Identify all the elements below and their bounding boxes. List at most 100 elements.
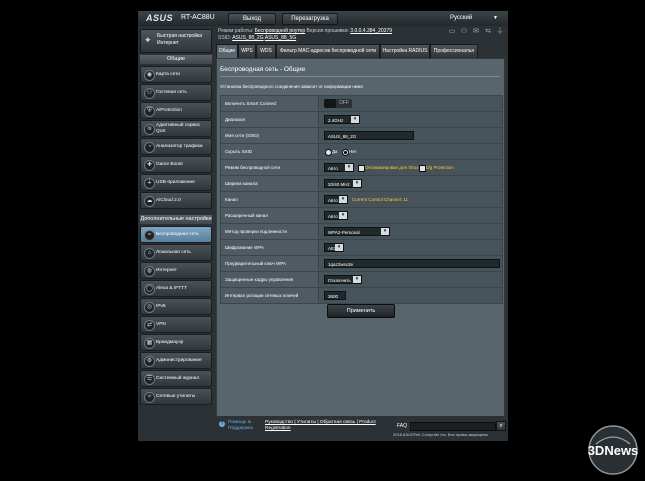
tab-wps[interactable]: WPS (238, 44, 256, 59)
ext-channel-select[interactable]: Авто ▾ (324, 211, 348, 220)
row-label: Режим беспроводной сети (221, 160, 319, 175)
network-map-icon: ◉ (144, 70, 155, 81)
sidebar-item-qos[interactable]: ≋ Адаптивный сервис QoS (140, 120, 212, 137)
row-encryption: Шифрование WPA AES ▾ (221, 240, 502, 256)
wireless-icon: ≈ (144, 230, 155, 241)
help-icon: ? (219, 421, 225, 427)
sidebar-item-system-log[interactable]: ☰ Системный журнал (140, 370, 212, 387)
rekey-interval-input[interactable]: 3600 (324, 291, 346, 300)
tools-icon: ✧ (144, 392, 155, 403)
band-select[interactable]: 2.4GHz ▾ (324, 115, 360, 124)
row-label: Ширина канала (221, 176, 319, 191)
quick-setup-label: Быстрая настройка Интернет (157, 33, 203, 46)
sidebar-item-usb[interactable]: ⏚ USB-приложение (140, 174, 212, 191)
status-tray-icon-4[interactable]: ⇆ (484, 28, 492, 36)
search-icon[interactable]: ⌕ (496, 421, 506, 431)
ssid-2g-link[interactable]: ASUS_88_2G (232, 35, 263, 41)
encryption-select[interactable]: AES ▾ (324, 243, 344, 252)
advanced-section-header: Дополнительные настройки (140, 215, 212, 224)
sidebar-item-label: Системный журнал (156, 375, 200, 381)
sidebar-item-label: VPN (156, 321, 166, 327)
tab-wds[interactable]: WDS (256, 44, 276, 59)
quick-setup-button[interactable]: ✦ Быстрая настройка Интернет (140, 29, 212, 53)
sidebar-item-internet[interactable]: ◍ Интернет (140, 262, 212, 279)
gamepad-icon: ✚ (144, 160, 155, 171)
tab-radius[interactable]: Настройка RADIUS (380, 44, 430, 59)
status-tray-icon-2[interactable]: ⚇ (460, 28, 468, 36)
channel-value: Авто (328, 198, 338, 203)
sidebar-item-network-tools[interactable]: ✧ Сетевые утилиты (140, 388, 212, 405)
alexa-icon: ◯ (144, 284, 155, 295)
mode-value: Авто (328, 166, 338, 171)
sidebar-item-guest-network[interactable]: ⚇ Гостевая сеть (140, 84, 212, 101)
row-pmf: Защищенные кадры управления Отключить ▾ (221, 272, 502, 288)
faq-label: FAQ (397, 423, 408, 429)
logout-button[interactable]: Выход (228, 13, 276, 25)
channel-select[interactable]: Авто ▾ (324, 195, 348, 204)
help-label: Помощь & Поддержка (228, 420, 254, 431)
row-label: Включить Smart Connect (221, 96, 319, 111)
xbox-optimize-checkbox[interactable] (358, 165, 365, 172)
language-value: Русский (450, 15, 473, 21)
sidebar-item-network-map[interactable]: ◉ Карта сети (140, 66, 212, 83)
mode-value-link[interactable]: Беспроводной роутер (255, 28, 306, 34)
sidebar-item-game-boost[interactable]: ✚ Game Boost (140, 156, 212, 173)
psk-input[interactable]: 1qaz2wsx3e (324, 259, 500, 268)
tab-professional[interactable]: Профессиональн (430, 44, 478, 59)
bg-protection-checkbox[interactable] (419, 165, 426, 172)
sidebar-item-wireless[interactable]: ≈ Беспроводная сеть (140, 226, 212, 243)
firmware-link[interactable]: 3.0.0.4.384_20379 (350, 28, 392, 34)
sidebar-item-label: Интернет (156, 267, 177, 273)
row-ssid: Имя сети (SSID) ASUS_88_2G (221, 128, 502, 144)
status-tray-icon-3[interactable]: ✉ (472, 28, 480, 36)
hide-ssid-no-radio[interactable] (342, 149, 349, 156)
auth-method-select[interactable]: WPA2-Personal ▾ (324, 227, 390, 236)
model-name: RT-AC88U (181, 14, 215, 21)
status-tray-icon-1[interactable]: ▭ (448, 28, 456, 36)
band-value: 2.4GHz (328, 118, 344, 123)
sidebar-item-firewall[interactable]: ▦ Брандмауэр (140, 334, 212, 351)
sidebar-item-label: AiProtection (156, 107, 182, 113)
chevron-down-icon: ▼ (493, 15, 498, 21)
tab-general[interactable]: Общие (216, 44, 238, 59)
sidebar-item-label: Game Boost (156, 161, 183, 167)
chevron-down-icon: ▾ (339, 212, 347, 219)
wireless-mode-select[interactable]: Авто ▾ (324, 163, 354, 172)
sidebar-item-label: Сетевые утилиты (156, 393, 196, 399)
page-title: Беспроводная сеть - Общие (220, 66, 306, 73)
sidebar-item-alexa[interactable]: ◯ Alexa & IFTTT (140, 280, 212, 297)
apply-button[interactable]: Применить (327, 304, 395, 318)
ssid-input[interactable]: ASUS_88_2G (324, 131, 414, 140)
wand-icon: ✦ (144, 35, 152, 45)
sidebar-item-lan[interactable]: ⌂ Локальная сеть (140, 244, 212, 261)
settings-table: Включить Smart Connect OFF Диапазон 2.4G… (220, 95, 503, 304)
row-channel: Канал Авто ▾ Current Control Channel: 11 (221, 192, 502, 208)
smart-connect-toggle[interactable]: OFF (324, 99, 352, 108)
row-label: Предварительный ключ WPA (221, 256, 319, 271)
cloud-icon: ☁ (144, 196, 155, 207)
row-psk: Предварительный ключ WPA 1qaz2wsx3e (221, 256, 502, 272)
hide-ssid-yes-radio[interactable] (325, 149, 332, 156)
admin-icon: ⚙ (144, 356, 155, 367)
ssid-5g-link[interactable]: ASUS_88_5G (265, 35, 296, 41)
sidebar-item-aiprotection[interactable]: ⛨ AiProtection (140, 102, 212, 119)
usb-tray-icon[interactable]: ⏚ (496, 28, 504, 36)
sidebar-item-aicloud[interactable]: ☁ AiCloud 2.0 (140, 192, 212, 209)
sidebar-item-administration[interactable]: ⚙ Администрирование (140, 352, 212, 369)
row-label: Скрыть SSID (221, 144, 319, 159)
bg-protection-label: b/g Protection (426, 165, 454, 170)
faq-search-input[interactable] (410, 422, 496, 431)
tab-mac-filter[interactable]: Фильтр MAC-адресов беспроводной сети (276, 44, 380, 59)
footer-links[interactable]: Руководство | Утилиты | Обратная связь |… (265, 420, 390, 431)
language-select[interactable]: Русский ▼ (438, 13, 500, 23)
sidebar-item-vpn[interactable]: ⇄ VPN (140, 316, 212, 333)
row-ext-channel: Расширенный канал Авто ▾ (221, 208, 502, 224)
reboot-button[interactable]: Перезагрузка (282, 13, 338, 25)
help-support-link[interactable]: ? Помощь & Поддержка (219, 420, 264, 431)
channel-width-select[interactable]: 20/40 MHz ▾ (324, 179, 362, 188)
sidebar-item-traffic-analyzer[interactable]: ◔ Анализатор трафика (140, 138, 212, 155)
row-label: Метод проверки подлинности (221, 224, 319, 239)
pmf-select[interactable]: Отключить ▾ (324, 275, 362, 284)
chevron-down-icon: ▾ (351, 116, 359, 123)
sidebar-item-ipv6[interactable]: ◎ IPv6 (140, 298, 212, 315)
